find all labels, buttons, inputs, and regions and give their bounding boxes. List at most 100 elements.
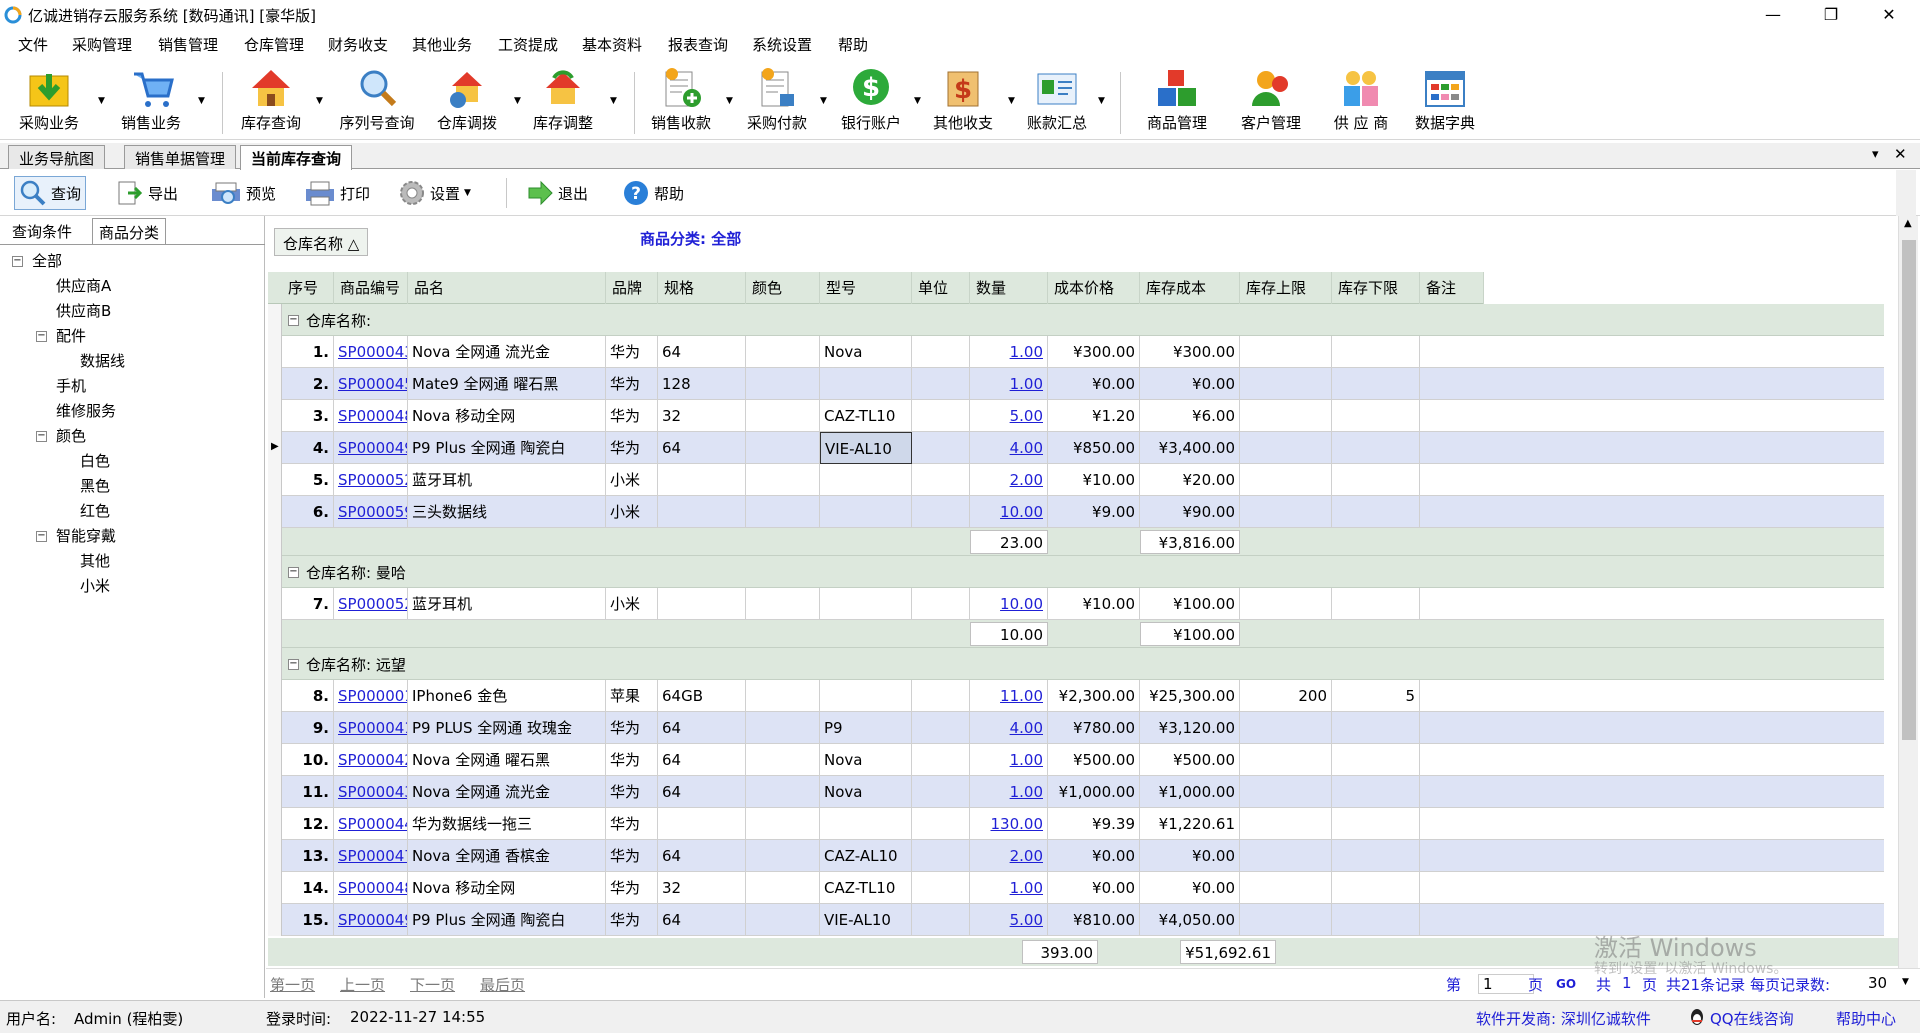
table-row[interactable]: 9. SP000041 P9 PLUS 全网通 玫瑰金 华为 64 P9 4.00 ¥780.… (282, 712, 1884, 744)
column-header[interactable]: 备注 (1420, 272, 1484, 304)
table-cell[interactable]: 1.00 (970, 336, 1048, 368)
data-dictionary-button[interactable]: 数据字典 (1400, 66, 1490, 138)
table-row[interactable]: 14. SP000048 Nova 移动全网 华为 32 CAZ-TL10 1.00 ¥0.0… (282, 872, 1884, 904)
minimize-button[interactable]: — (1744, 0, 1802, 30)
sales-dropdown-icon[interactable]: ▼ (198, 96, 205, 106)
exit-button[interactable]: 退出 (526, 176, 588, 210)
table-cell[interactable]: SP000047 (334, 840, 408, 872)
tree-node-repair[interactable]: 维修服务 (56, 400, 116, 421)
tree-node-all[interactable]: 全部 (32, 250, 62, 271)
column-header[interactable]: 单位 (912, 272, 970, 304)
group-collapse-icon[interactable]: − (288, 567, 299, 578)
column-header[interactable]: 库存下限 (1332, 272, 1420, 304)
stock-query-dropdown-icon[interactable]: ▼ (316, 96, 323, 106)
column-header[interactable]: 颜色 (746, 272, 820, 304)
column-header[interactable]: 品牌 (606, 272, 658, 304)
tab-close-icon[interactable]: ✕ (1894, 145, 1907, 163)
table-cell[interactable]: SP000001 (334, 680, 408, 712)
tree-node-red[interactable]: 红色 (80, 500, 110, 521)
row-selector[interactable] (268, 744, 282, 776)
table-cell[interactable]: 10.00 (970, 588, 1048, 620)
table-cell[interactable]: 130.00 (970, 808, 1048, 840)
menu-report[interactable]: 报表查询 (668, 34, 728, 55)
tab-query-conditions[interactable]: 查询条件 (6, 218, 78, 244)
column-header[interactable]: 序号 (282, 272, 334, 304)
table-cell[interactable]: 5.00 (970, 904, 1048, 936)
tree-toggle-root[interactable]: − (12, 256, 23, 267)
table-row[interactable]: 1. SP000043 Nova 全网通 流光金 华为 64 Nova 1.00 ¥300.0… (282, 336, 1884, 368)
goods-management-button[interactable]: 商品管理 (1132, 66, 1222, 138)
menu-sales[interactable]: 销售管理 (158, 34, 218, 55)
page-number-input[interactable]: 1 (1478, 974, 1534, 994)
table-cell[interactable]: SP000042 (334, 744, 408, 776)
table-cell[interactable]: SP000049 (334, 432, 408, 464)
group-row[interactable]: − 仓库名称: 远望 (282, 648, 1884, 680)
row-selector[interactable] (268, 400, 282, 432)
tree-toggle-wearable[interactable]: − (36, 531, 47, 542)
table-cell[interactable]: 5.00 (970, 400, 1048, 432)
column-header[interactable]: 型号 (820, 272, 912, 304)
menu-basic[interactable]: 基本资料 (582, 34, 642, 55)
qq-consult-link[interactable]: QQ在线咨询 (1710, 1008, 1794, 1029)
tree-node-color[interactable]: 颜色 (56, 425, 86, 446)
row-selector[interactable] (268, 712, 282, 744)
vertical-scrollbar[interactable]: ▲ ▼ (1898, 216, 1918, 998)
warehouse-transfer-button[interactable]: 仓库调拨 (422, 66, 512, 138)
first-page-link[interactable]: 第一页 (270, 974, 315, 995)
serial-query-button[interactable]: 序列号查询 (332, 66, 422, 138)
help-button[interactable]: ? 帮助 (622, 176, 684, 210)
table-cell[interactable]: 2.00 (970, 464, 1048, 496)
tree-node-other[interactable]: 其他 (80, 550, 110, 571)
group-collapse-icon[interactable]: − (288, 315, 299, 326)
table-cell[interactable]: SP000048 (334, 400, 408, 432)
tree-toggle-parts[interactable]: − (36, 331, 47, 342)
tree-node-xiaomi[interactable]: 小米 (80, 575, 110, 596)
group-by-warehouse-button[interactable]: 仓库名称 △ (274, 228, 369, 256)
scroll-thumb[interactable] (1902, 240, 1916, 740)
table-cell[interactable]: 4.00 (970, 712, 1048, 744)
tab-business-navigation[interactable]: 业务导航图 (8, 145, 106, 169)
column-header[interactable]: 品名 (408, 272, 606, 304)
menu-settings[interactable]: 系统设置 (752, 34, 812, 55)
column-header[interactable]: 成本价格 (1048, 272, 1140, 304)
table-row[interactable]: 10. SP000042 Nova 全网通 曜石黑 华为 64 Nova 1.00 ¥500.… (282, 744, 1884, 776)
tree-node-black[interactable]: 黑色 (80, 475, 110, 496)
sales-business-button[interactable]: 销售业务 (106, 66, 196, 138)
menu-purchase[interactable]: 采购管理 (72, 34, 132, 55)
table-row[interactable]: 11. SP000043 Nova 全网通 流光金 华为 64 Nova 1.00 ¥1,00… (282, 776, 1884, 808)
close-button[interactable]: ✕ (1860, 0, 1918, 30)
supplier-button[interactable]: 供 应 商 (1316, 66, 1406, 138)
help-center-link[interactable]: 帮助中心 (1836, 1008, 1896, 1029)
table-cell[interactable]: 11.00 (970, 680, 1048, 712)
table-row[interactable]: 5. SP000052 蓝牙耳机 小米 2.00 ¥10.00 ¥20.00 (282, 464, 1884, 496)
tree-node-white[interactable]: 白色 (80, 450, 110, 471)
table-cell[interactable]: SP000048 (334, 872, 408, 904)
tree-node-wearable[interactable]: 智能穿戴 (56, 525, 116, 546)
tab-goods-category[interactable]: 商品分类 (92, 218, 167, 244)
menu-help[interactable]: 帮助 (838, 34, 868, 55)
table-row[interactable]: 7. SP000052 蓝牙耳机 小米 10.00 ¥10.00 ¥100.00 (282, 588, 1884, 620)
table-row[interactable]: 12. SP000044 华为数据线一拖三 华为 130.00 ¥9.39 ¥1,220.6… (282, 808, 1884, 840)
account-summary-button[interactable]: 账款汇总 (1012, 66, 1102, 138)
row-selector[interactable] (268, 680, 282, 712)
row-selector[interactable] (268, 336, 282, 368)
table-cell[interactable]: 1.00 (970, 744, 1048, 776)
table-cell[interactable]: SP000052 (334, 588, 408, 620)
table-cell[interactable]: SP000052 (334, 464, 408, 496)
column-header[interactable]: 库存成本 (1140, 272, 1240, 304)
table-cell[interactable]: 4.00 (970, 432, 1048, 464)
tab-current-stock[interactable]: 当前库存查询 (240, 145, 353, 170)
stock-query-button[interactable]: 库存查询 (226, 66, 316, 138)
summary-dropdown-icon[interactable]: ▼ (1098, 96, 1105, 106)
menu-finance[interactable]: 财务收支 (328, 34, 388, 55)
purchase-payment-button[interactable]: 采购付款 (732, 66, 822, 138)
last-page-link[interactable]: 最后页 (480, 974, 525, 995)
table-cell[interactable]: 2.00 (970, 840, 1048, 872)
column-header[interactable]: 商品编号 (334, 272, 408, 304)
group-row[interactable]: − 仓库名称: 曼哈 (282, 556, 1884, 588)
tree-node-parts[interactable]: 配件 (56, 325, 86, 346)
sales-receipt-button[interactable]: 销售收款 (636, 66, 726, 138)
adjust-dropdown-icon[interactable]: ▼ (610, 96, 617, 106)
preview-button[interactable]: 预览 (210, 176, 276, 210)
next-page-link[interactable]: 下一页 (410, 974, 455, 995)
